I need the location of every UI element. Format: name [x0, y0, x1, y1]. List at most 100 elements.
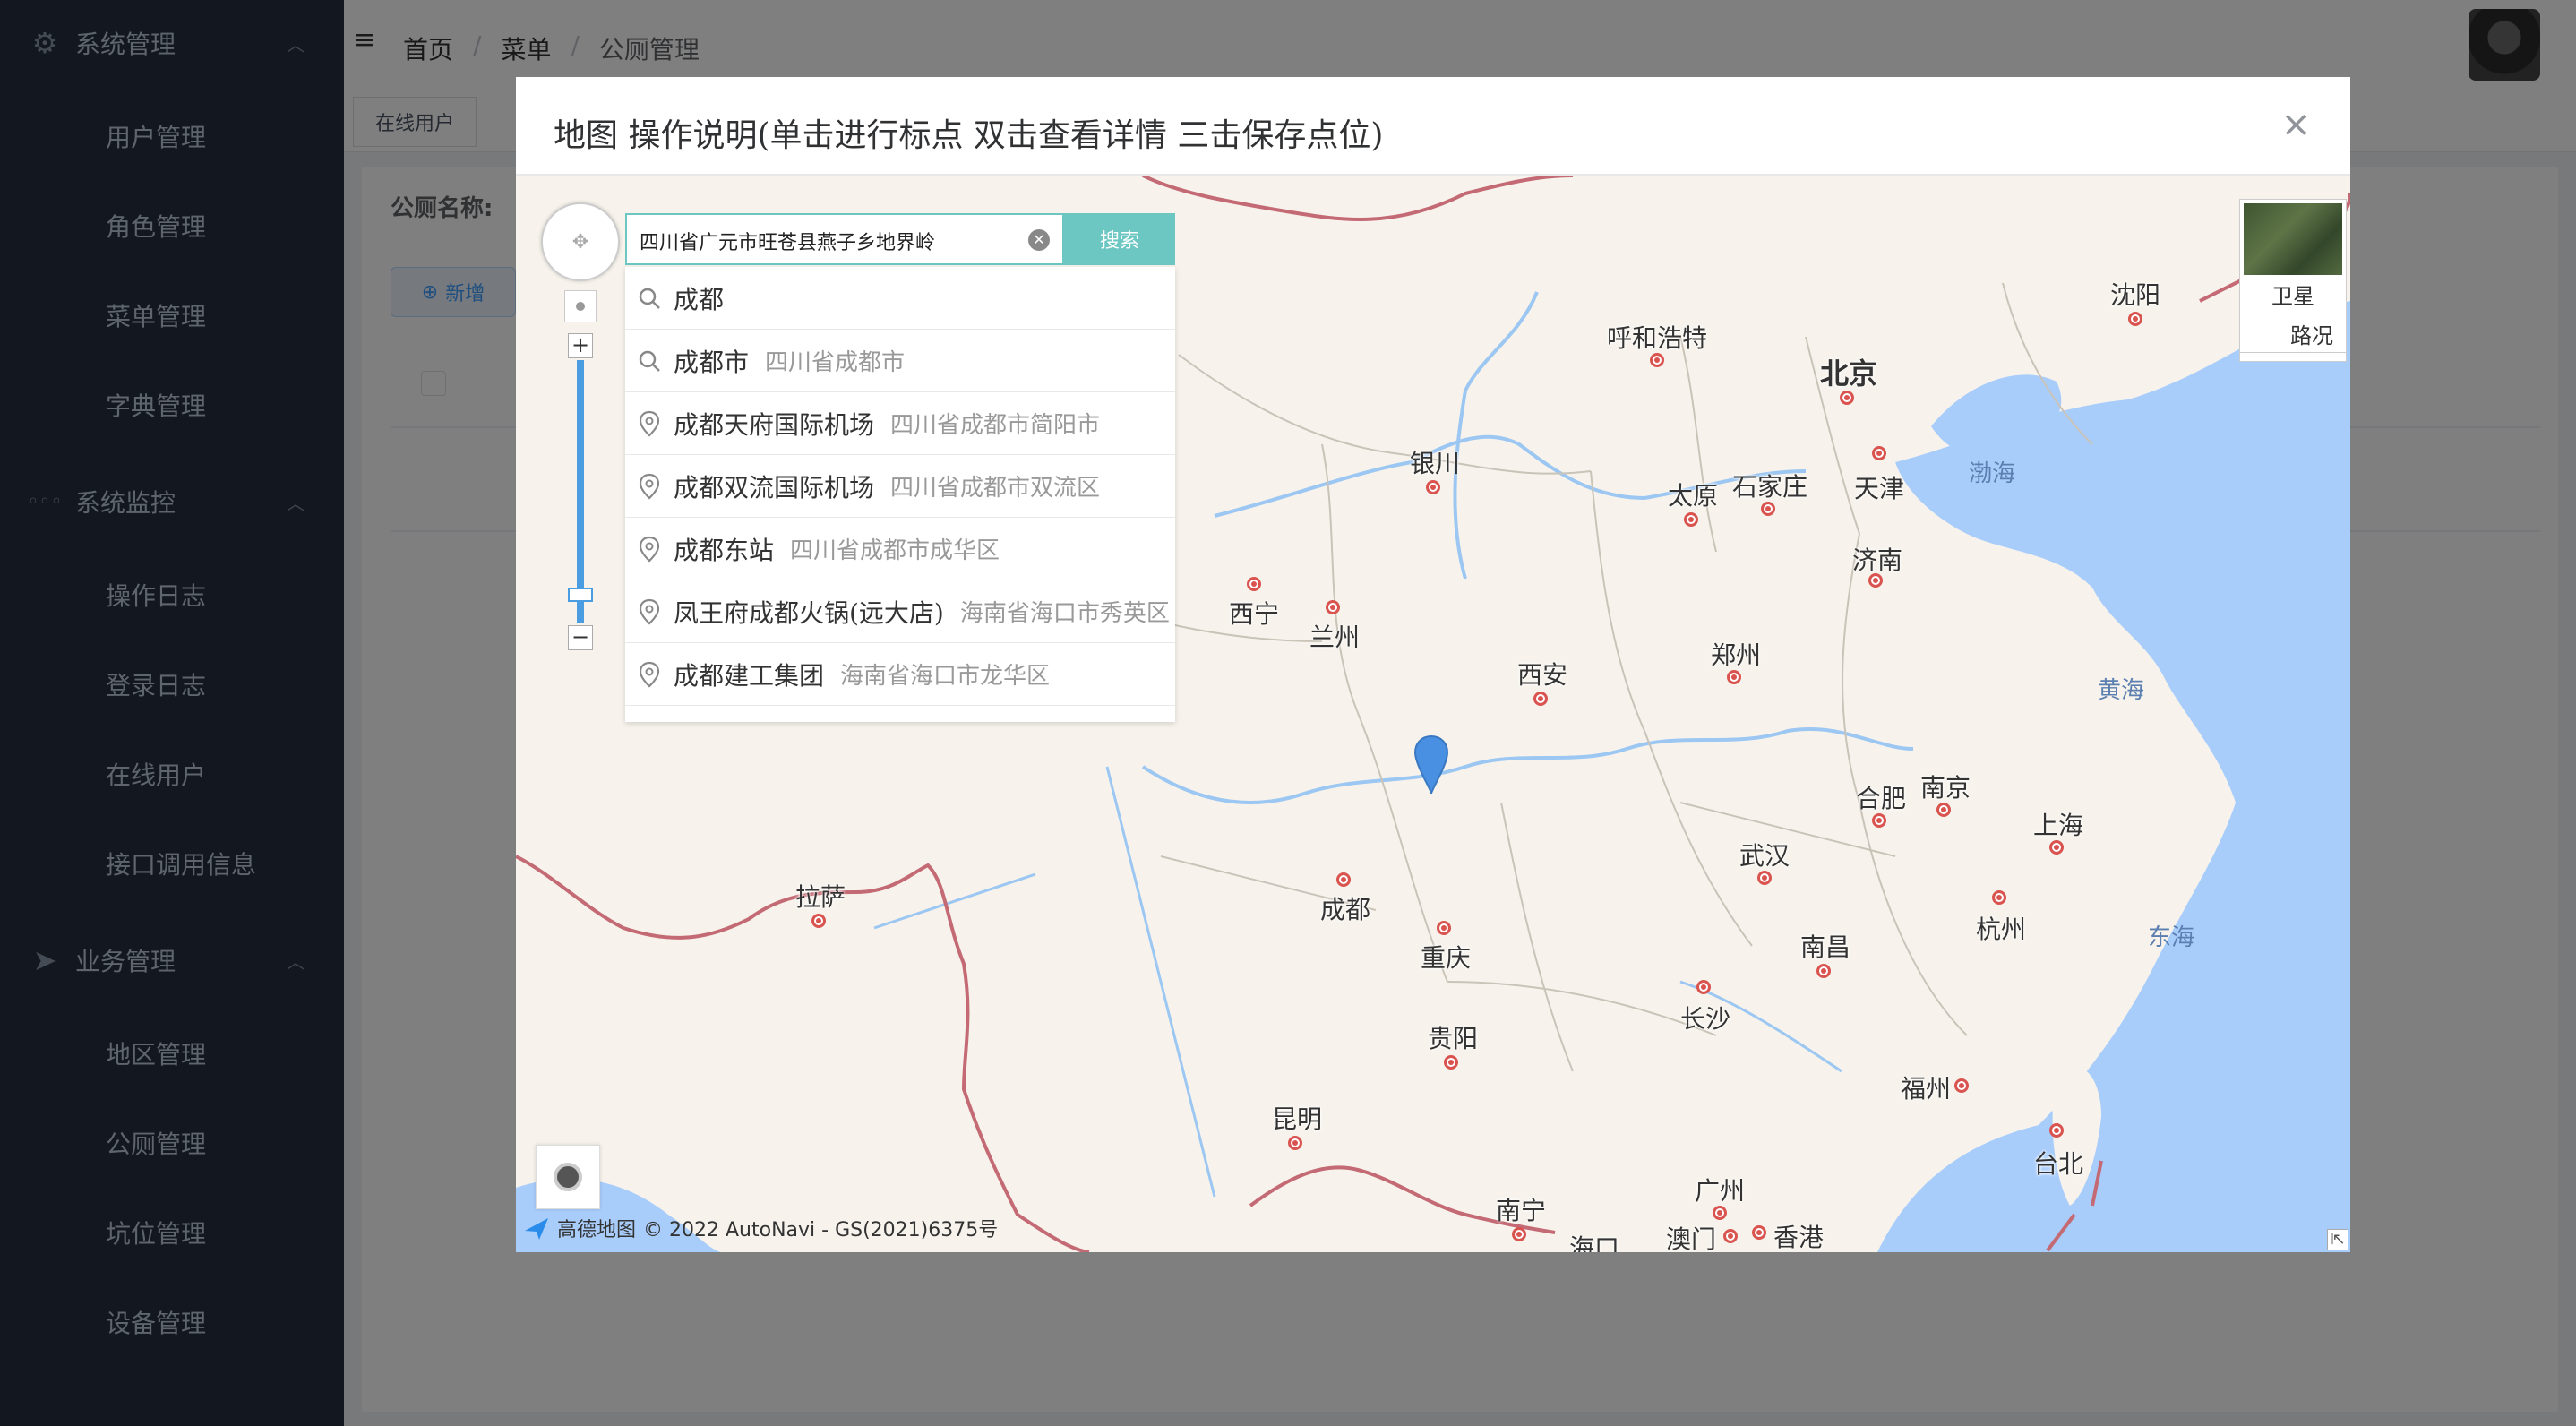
city-label[interactable]: 兰州 — [1309, 618, 1360, 654]
city-marker[interactable] — [811, 914, 826, 928]
city-marker[interactable] — [1761, 502, 1775, 516]
suggestion-name: 三万佩老成都串串香(远大店) — [674, 719, 994, 723]
suggestion-name: 成都天府国际机场 — [674, 409, 875, 440]
suggestion-item[interactable]: 凤王府成都火锅(远大店) 海南省海口市秀英区 — [625, 580, 1175, 643]
city-label[interactable]: 上海 — [2033, 806, 2083, 842]
location-pin-icon — [636, 536, 663, 563]
traffic-label: 路况 — [2290, 322, 2333, 348]
record-button[interactable] — [536, 1145, 600, 1209]
city-label[interactable]: 香港 — [1773, 1218, 1824, 1252]
map-search-input[interactable] — [640, 226, 1016, 256]
city-label[interactable]: 澳门 — [1666, 1220, 1716, 1252]
zoom-slider[interactable]: + − — [568, 333, 593, 650]
city-marker[interactable] — [1696, 980, 1711, 994]
zoom-handle[interactable] — [568, 588, 593, 602]
compass-arrows-icon: ✥ — [571, 230, 589, 253]
city-marker[interactable] — [1868, 573, 1883, 588]
suggestion-name: 成都市 — [674, 347, 750, 377]
zoom-track[interactable] — [577, 360, 584, 623]
map-search-button[interactable]: 搜索 — [1064, 213, 1175, 265]
city-label[interactable]: 昆明 — [1272, 1100, 1322, 1136]
suggestion-item[interactable]: 成都东站 四川省成都市成华区 — [625, 518, 1175, 580]
search-button-label: 搜索 — [1099, 230, 1139, 253]
city-label[interactable]: 沈阳 — [2110, 276, 2160, 312]
suggestion-address: 海南省海口市龙华区 — [840, 663, 1051, 690]
city-marker[interactable] — [1936, 803, 1951, 817]
city-label[interactable]: 天津 — [1854, 469, 1904, 505]
city-marker[interactable] — [1437, 921, 1451, 935]
clear-icon[interactable]: ✕ — [1028, 229, 1050, 251]
city-marker[interactable] — [2128, 312, 2142, 326]
city-marker[interactable] — [1713, 1206, 1727, 1220]
city-marker[interactable] — [1533, 692, 1548, 706]
zoom-in-button[interactable]: + — [568, 333, 593, 358]
city-label[interactable]: 济南 — [1852, 541, 1902, 577]
city-label[interactable]: 太原 — [1668, 477, 1718, 512]
search-icon — [636, 348, 663, 374]
city-marker[interactable] — [1247, 577, 1261, 591]
city-label[interactable]: 海口 — [1569, 1229, 1619, 1252]
expand-icon[interactable]: ⇱ — [2327, 1229, 2348, 1250]
copyright-brand: 高德地图 — [557, 1219, 637, 1241]
suggestion-item[interactable]: 三万佩老成都串串香(远大店) 海南省海口市秀 — [625, 706, 1175, 722]
city-marker[interactable] — [1512, 1227, 1526, 1241]
city-label[interactable]: 西宁 — [1229, 595, 1279, 631]
city-label[interactable]: 成都 — [1320, 890, 1370, 926]
city-label[interactable]: 南京 — [1920, 769, 1971, 804]
city-marker[interactable] — [2049, 1123, 2064, 1138]
city-marker[interactable] — [1684, 512, 1698, 527]
city-label[interactable]: 银川 — [1410, 444, 1460, 480]
city-label[interactable]: 南宁 — [1496, 1191, 1546, 1227]
suggestion-item[interactable]: 成都双流国际机场 四川省成都市双流区 — [625, 455, 1175, 518]
city-marker[interactable] — [1816, 964, 1831, 978]
city-marker[interactable] — [1326, 600, 1340, 614]
city-marker[interactable] — [1288, 1136, 1302, 1150]
city-label[interactable]: 广州 — [1695, 1172, 1745, 1207]
city-marker[interactable] — [1757, 871, 1772, 885]
location-pin-icon — [636, 410, 663, 437]
close-icon[interactable]: × — [2280, 104, 2311, 145]
city-marker[interactable] — [2049, 840, 2064, 855]
city-marker[interactable] — [1872, 813, 1886, 828]
city-marker[interactable] — [1426, 480, 1440, 494]
suggestion-item[interactable]: 成都市 四川省成都市 — [625, 330, 1175, 392]
city-marker[interactable] — [1336, 872, 1351, 887]
city-marker[interactable] — [1954, 1078, 1969, 1093]
city-label[interactable]: 石家庄 — [1732, 468, 1807, 503]
locate-button[interactable] — [564, 290, 597, 322]
city-marker[interactable] — [1444, 1055, 1458, 1070]
suggestion-name: 成都 — [674, 284, 725, 314]
city-label[interactable]: 贵阳 — [1428, 1019, 1478, 1055]
city-marker[interactable] — [1752, 1225, 1766, 1240]
pan-control[interactable]: ✥ — [541, 202, 620, 281]
location-pin-icon[interactable] — [1413, 734, 1449, 795]
city-label[interactable]: 长沙 — [1680, 1000, 1730, 1035]
zoom-out-button[interactable]: − — [568, 625, 593, 650]
city-marker[interactable] — [1872, 446, 1886, 460]
map-canvas[interactable]: 渤海 黄海 东海 沈阳 呼和浩特 北京 天津 银川 太原 石家庄 济南 西宁 兰… — [516, 176, 2350, 1252]
amap-logo-icon — [525, 1218, 548, 1240]
city-label[interactable]: 台北 — [2033, 1145, 2083, 1181]
city-marker[interactable] — [1840, 391, 1854, 405]
city-label[interactable]: 重庆 — [1421, 939, 1471, 975]
city-label[interactable]: 呼和浩特 — [1607, 319, 1707, 355]
city-label[interactable]: 合肥 — [1856, 779, 1906, 815]
city-marker[interactable] — [1723, 1229, 1738, 1243]
city-label[interactable]: 福州 — [1901, 1070, 1951, 1105]
city-label[interactable]: 杭州 — [1976, 910, 2026, 946]
suggestion-item[interactable]: 成都建工集团 海南省海口市龙华区 — [625, 643, 1175, 706]
city-label[interactable]: 武汉 — [1739, 837, 1790, 872]
city-label[interactable]: 拉萨 — [795, 878, 846, 914]
city-marker[interactable] — [1727, 670, 1741, 684]
suggestion-address: 四川省成都市成华区 — [790, 537, 1000, 564]
city-label[interactable]: 南昌 — [1800, 928, 1850, 964]
city-marker[interactable] — [1650, 353, 1664, 367]
city-label[interactable]: 郑州 — [1711, 636, 1761, 672]
city-label[interactable]: 西安 — [1517, 656, 1567, 692]
suggestion-item[interactable]: 成都天府国际机场 四川省成都市简阳市 — [625, 392, 1175, 455]
city-marker[interactable] — [1992, 890, 2006, 905]
suggestion-item[interactable]: 成都 — [625, 267, 1175, 330]
layer-traffic[interactable]: 路况 — [2239, 314, 2347, 353]
copyright-text: © 2022 AutoNavi - GS(2021)6375号 — [643, 1219, 999, 1241]
city-label[interactable]: 北京 — [1820, 351, 1877, 392]
